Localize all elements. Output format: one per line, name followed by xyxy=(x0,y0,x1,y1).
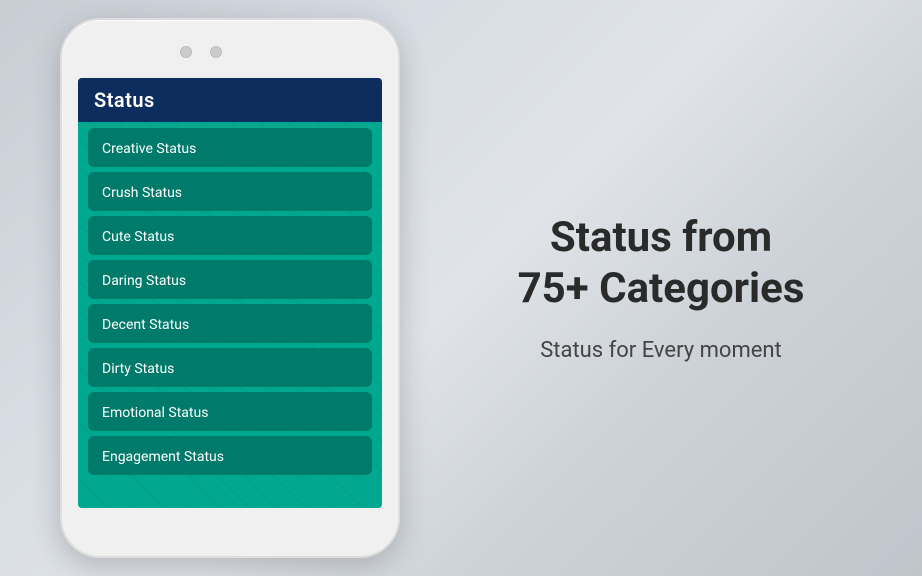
app-header: Status xyxy=(78,78,382,122)
status-list: Creative Status Crush Status Cute Status Da… xyxy=(78,122,382,481)
list-item-crush-status[interactable]: Crush Status xyxy=(88,172,372,211)
subheadline: Status for Every moment xyxy=(540,338,782,363)
list-item-label-daring-status: Daring Status xyxy=(102,273,186,289)
list-item-cute-status[interactable]: Cute Status xyxy=(88,216,372,255)
app-title: Status xyxy=(94,88,155,112)
phone-camera-right xyxy=(210,46,222,58)
list-item-creative-status[interactable]: Creative Status xyxy=(88,128,372,167)
list-item-label-creative-status: Creative Status xyxy=(102,141,196,157)
list-item-label-dirty-status: Dirty Status xyxy=(102,361,174,377)
list-item-label-cute-status: Cute Status xyxy=(102,229,174,245)
list-item-label-crush-status: Crush Status xyxy=(102,185,182,201)
phone-screen: Status Creative Status Crush Status Cute S… xyxy=(78,78,382,508)
list-item-engagement-status[interactable]: Engagement Status xyxy=(88,436,372,475)
list-item-label-emotional-status: Emotional Status xyxy=(102,405,208,421)
list-item-decent-status[interactable]: Decent Status xyxy=(88,304,372,343)
list-item-label-decent-status: Decent Status xyxy=(102,317,189,333)
headline: Status from75+ Categories xyxy=(518,213,805,314)
list-item-emotional-status[interactable]: Emotional Status xyxy=(88,392,372,431)
right-content: Status from75+ Categories Status for Eve… xyxy=(400,213,922,363)
phone-camera-left xyxy=(180,46,192,58)
list-item-daring-status[interactable]: Daring Status xyxy=(88,260,372,299)
phone-mockup: Status Creative Status Crush Status Cute S… xyxy=(60,18,400,558)
list-item-dirty-status[interactable]: Dirty Status xyxy=(88,348,372,387)
list-item-label-engagement-status: Engagement Status xyxy=(102,449,224,465)
